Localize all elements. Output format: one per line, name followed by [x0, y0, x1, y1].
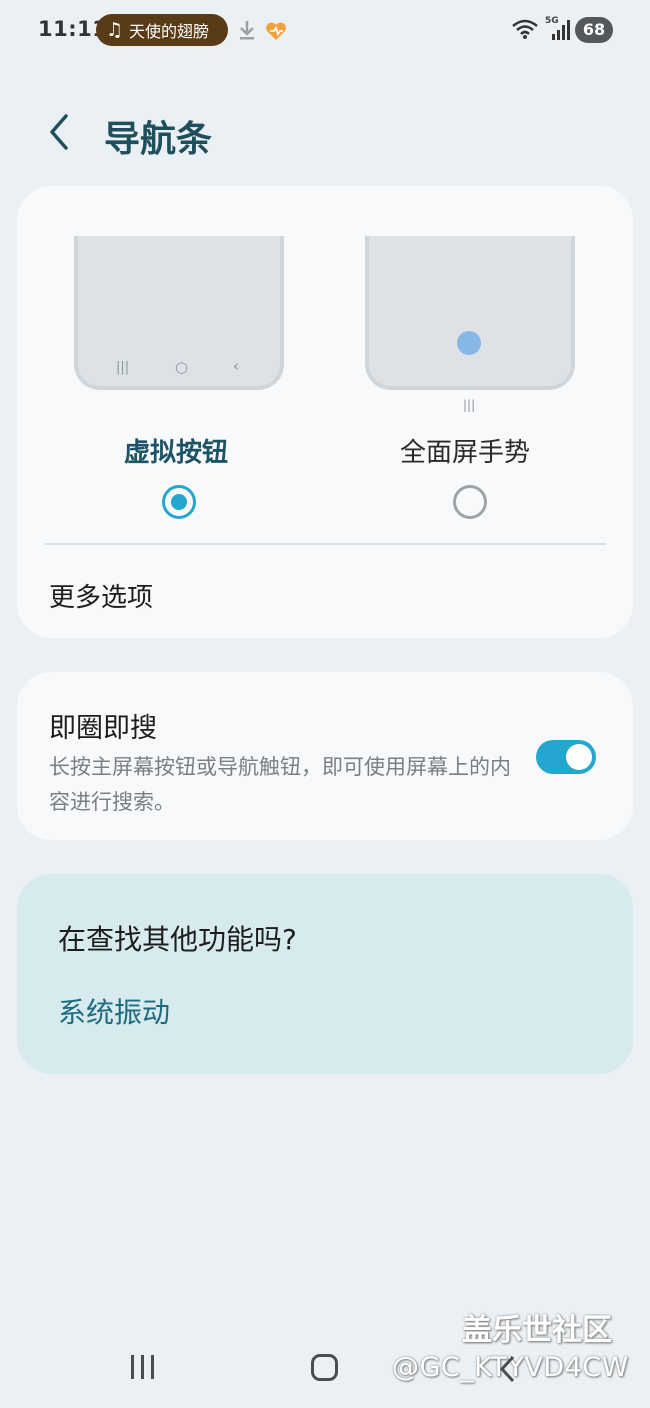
signal-icon — [552, 20, 570, 40]
back-icon: ‹ — [233, 357, 239, 375]
heart-icon — [266, 22, 286, 40]
music-title: 天使的翅膀 — [129, 22, 210, 41]
back-button-icon[interactable] — [497, 1354, 519, 1384]
radio-gestures[interactable] — [453, 485, 487, 519]
option-label-gestures[interactable]: 全面屏手势 — [400, 432, 530, 469]
recents-button-icon[interactable] — [128, 1352, 158, 1382]
gestures-preview[interactable] — [365, 236, 575, 390]
radio-buttons-selected[interactable] — [162, 485, 196, 519]
navigation-bar-settings-screen: 11:11 ♫ 天使的翅膀 5G 68 导航条 ||| ○ ‹ ||| 虚拟按钮… — [0, 0, 650, 1408]
help-title: 在查找其他功能吗? — [58, 923, 297, 956]
wifi-icon — [512, 19, 538, 39]
divider — [44, 543, 606, 545]
gesture-handle-icon: ||| — [463, 398, 476, 412]
system-vibration-link[interactable]: 系统振动 — [58, 991, 170, 1031]
circle-to-search-title: 即圈即搜 — [49, 713, 157, 744]
download-icon — [240, 21, 254, 40]
home-button-icon[interactable] — [311, 1354, 338, 1381]
gesture-touch-dot — [457, 331, 481, 355]
circle-to-search-card[interactable]: 即圈即搜 长按主屏幕按钮或导航触钮，即可使用屏幕上的内容进行搜索。 — [17, 672, 633, 840]
recents-icon: ||| — [116, 360, 130, 375]
music-note-icon: ♫ — [106, 19, 124, 41]
buttons-preview[interactable]: ||| ○ ‹ — [74, 236, 284, 390]
watermark-community: 盖乐世社区 — [462, 1313, 612, 1348]
page-title: 导航条 — [104, 119, 213, 160]
home-icon: ○ — [175, 358, 189, 376]
music-playing-chip[interactable]: ♫ 天使的翅膀 — [96, 14, 228, 46]
looking-for-something-card: 在查找其他功能吗? 系统振动 — [17, 874, 633, 1074]
more-options-item[interactable]: 更多选项 — [49, 577, 153, 614]
status-bar: 11:11 ♫ 天使的翅膀 5G 68 — [0, 0, 650, 62]
circle-to-search-description: 长按主屏幕按钮或导航触钮，即可使用屏幕上的内容进行搜索。 — [49, 755, 511, 814]
option-label-buttons[interactable]: 虚拟按钮 — [124, 432, 228, 469]
circle-to-search-toggle[interactable] — [536, 740, 596, 774]
back-arrow-icon[interactable] — [46, 112, 72, 152]
toggle-knob — [566, 744, 592, 770]
battery-indicator: 68 — [575, 17, 613, 43]
navigation-type-card: ||| ○ ‹ ||| 虚拟按钮 全面屏手势 更多选项 — [17, 186, 633, 638]
